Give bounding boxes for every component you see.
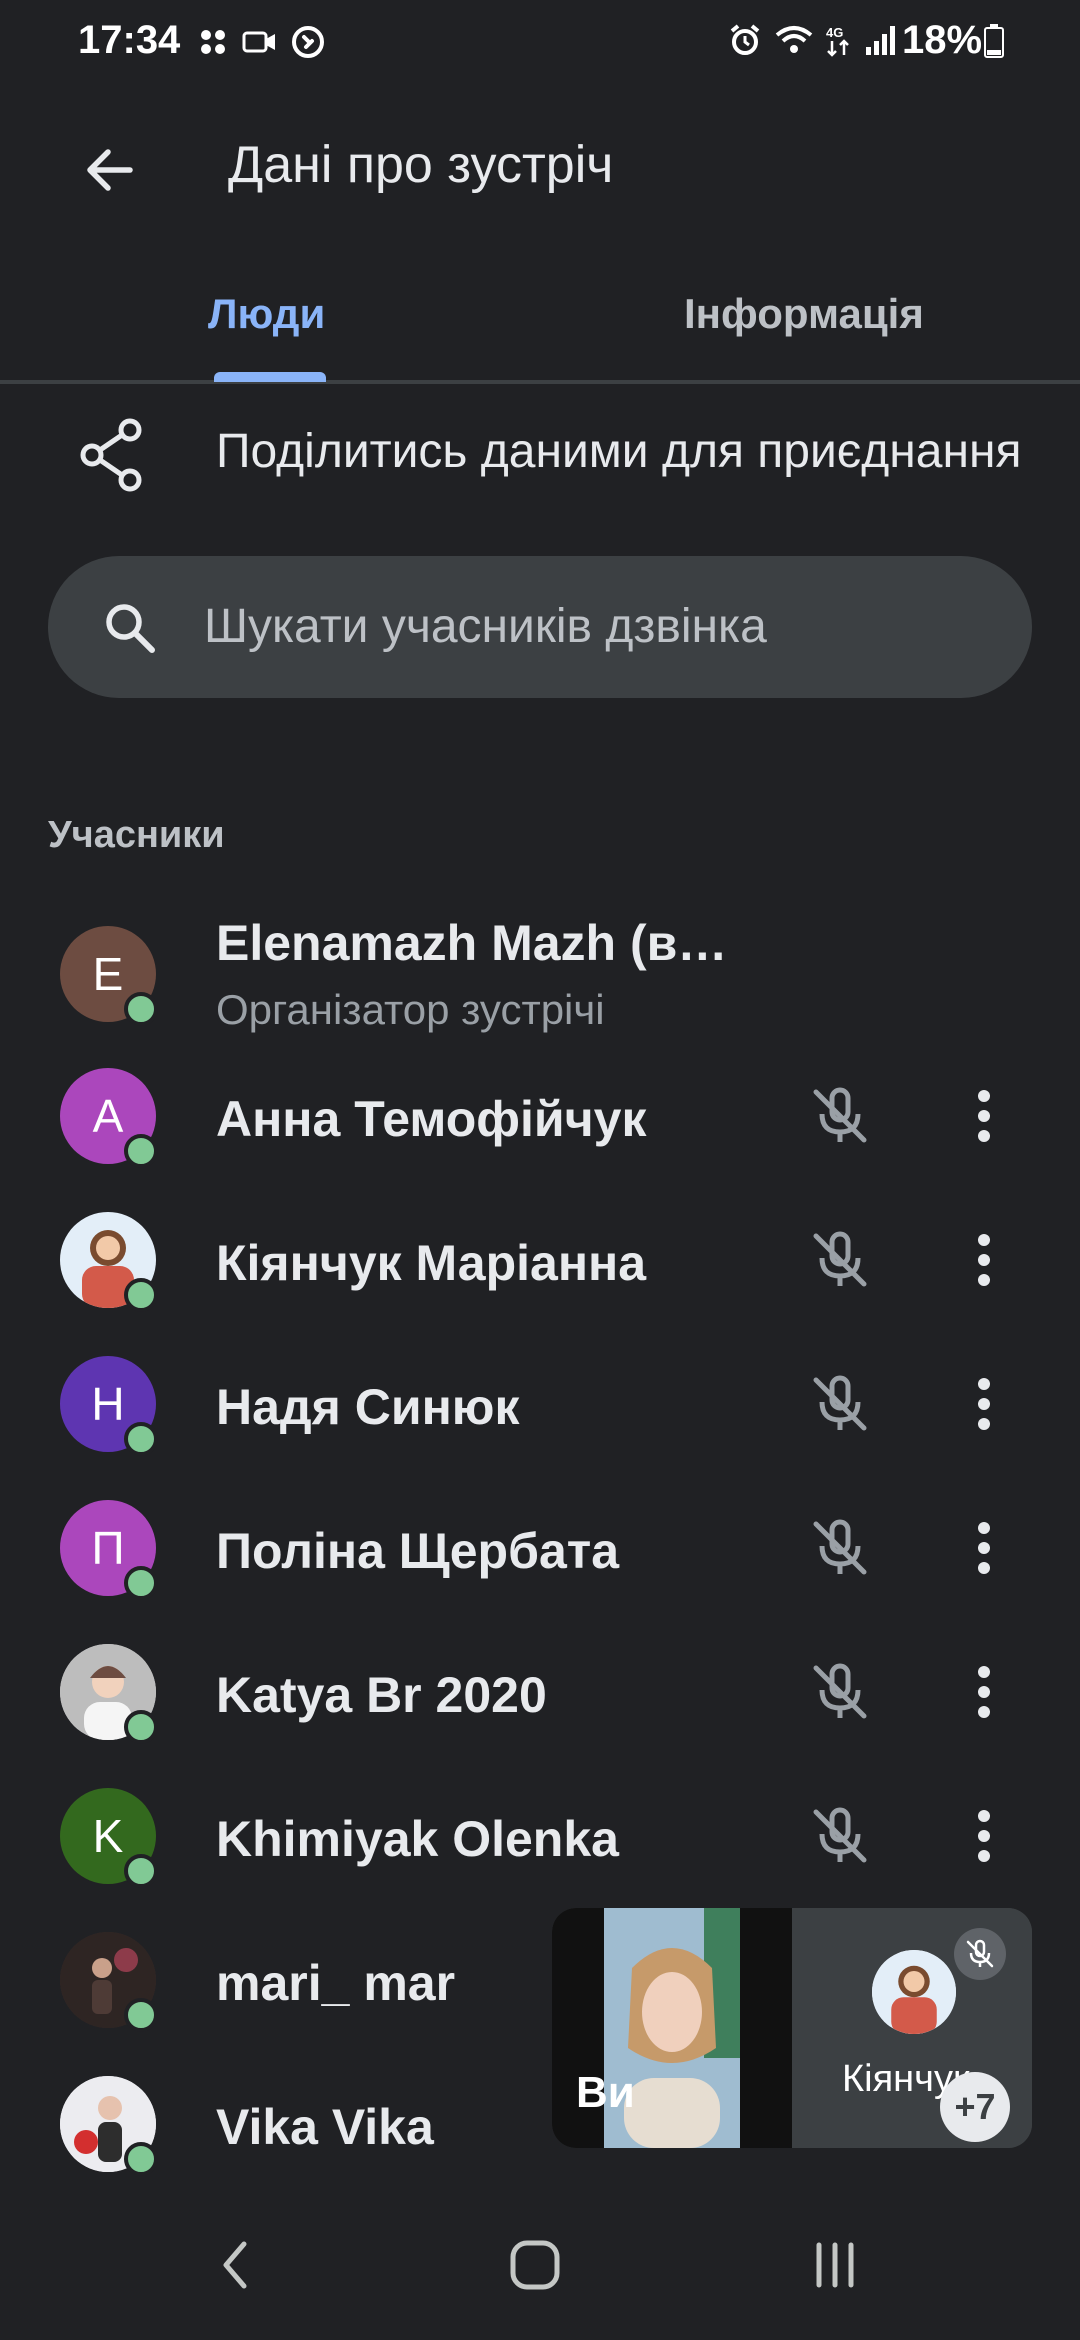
participant-row[interactable]: K Khimiyak Olenka [0,1766,1080,1906]
muted-badge [954,1928,1006,1980]
more-vert-icon [978,1810,990,1862]
more-options-button[interactable] [954,1652,1014,1732]
avatar-photo [872,1950,956,2034]
more-options-button[interactable] [954,1364,1014,1444]
participant-row[interactable]: Katya Br 2020 [0,1622,1080,1762]
camera-icon [242,31,275,53]
mic-off-icon [813,1807,867,1863]
mic-off-button[interactable] [800,1796,880,1876]
shazam-icon [292,26,324,58]
tab-people[interactable]: Люди [208,290,325,338]
mic-off-icon [813,1663,867,1719]
mic-off-button[interactable] [800,1652,880,1732]
status-left-icons [198,22,324,62]
more-vert-icon [978,1234,990,1286]
svg-text:4G: 4G [826,25,843,40]
participant-name: Vika Vika [216,2099,434,2155]
participant-video-tile: Кіянчук +7 [792,1908,1032,2148]
participant-name: Анна Темофійчук [216,1091,647,1147]
mic-off-button[interactable] [800,1508,880,1588]
online-status-dot [124,1998,158,2032]
participant-name: Кіянчук Маріанна [216,1235,647,1291]
participants-section-label: Учасники [48,814,225,856]
mic-off-button[interactable] [800,1220,880,1300]
mic-off-icon [813,1519,867,1575]
status-time: 17:34 [78,18,181,62]
avatar-initial: П [91,1522,125,1574]
home-icon [510,2240,560,2290]
share-joining-info-row[interactable]: Поділитись даними для приєднання [0,400,1080,510]
mic-off-button[interactable] [800,1076,880,1156]
participant-name: Elenamazh Mazh (в… [216,915,728,971]
more-vert-icon [978,1090,990,1142]
nav-recents-button[interactable] [800,2230,870,2300]
alarm-icon [730,24,760,55]
battery-icon [984,24,1004,58]
floating-video-preview[interactable]: Ви Кіянчук +7 [552,1908,1032,2148]
participant-name: Katya Br 2020 [216,1667,547,1723]
online-status-dot [124,1710,158,1744]
mic-off-icon [813,1087,867,1143]
avatar-initial: Н [91,1378,125,1430]
online-status-dot [124,1278,158,1312]
wifi-icon [775,26,813,53]
online-status-dot [124,2142,158,2176]
self-video-tile: Ви [552,1908,792,2148]
participant-name: Поліна Щербата [216,1523,620,1579]
tab-info[interactable]: Інформація [684,290,924,338]
mic-off-button[interactable] [800,1364,880,1444]
more-options-button[interactable] [954,1220,1014,1300]
self-video-label: Ви [576,2068,635,2117]
more-options-button[interactable] [954,1076,1014,1156]
back-button[interactable] [70,130,150,210]
online-status-dot [124,1422,158,1456]
share-label: Поділитись даними для приєднання [216,425,1022,478]
participant-role: Організатор зустрічі [216,986,605,1033]
arrow-back-icon [87,149,133,191]
chevron-left-icon [223,2241,247,2289]
more-options-button[interactable] [954,1508,1014,1588]
battery-percent: 18% [902,18,983,62]
grid-icon [201,30,225,54]
participant-row[interactable]: П Поліна Щербата [0,1478,1080,1618]
mic-off-icon [966,1939,994,1968]
nav-home-button[interactable] [500,2230,570,2300]
online-status-dot [124,1854,158,1888]
status-bar: 17:34 4G 18% [0,0,1080,84]
participant-row[interactable]: Н Надя Синюк [0,1334,1080,1474]
mic-off-icon [813,1375,867,1431]
avatar-initial: K [92,1810,124,1862]
4g-icon: 4G [826,25,849,57]
more-vert-icon [978,1522,990,1574]
more-options-button[interactable] [954,1796,1014,1876]
participant-name: mari_ mar [216,1955,456,2011]
participant-row[interactable]: А Анна Темофійчук [0,1046,1080,1186]
avatar-initial: А [92,1090,124,1142]
online-status-dot [124,992,158,1026]
page-title: Дані про зустріч [228,136,614,194]
tabs-divider [0,380,1080,384]
search-icon [106,604,155,653]
participant-name: Khimiyak Olenka [216,1811,619,1867]
avatar [872,1950,956,2034]
participant-row[interactable]: Кіянчук Маріанна [0,1190,1080,1330]
mic-off-icon [813,1231,867,1287]
signal-icon [866,26,895,55]
share-icon [80,418,142,492]
more-vert-icon [978,1666,990,1718]
recents-icon [816,2242,854,2288]
online-status-dot [124,1134,158,1168]
active-tab-indicator [214,372,326,382]
participant-row[interactable]: E Elenamazh Mazh (в… Організатор зустріч… [0,904,1080,1044]
status-right-icons: 4G [728,18,898,62]
search-participants-input[interactable] [204,592,984,660]
avatar-initial: E [92,948,124,1000]
participant-name: Надя Синюк [216,1379,520,1435]
nav-back-button[interactable] [200,2230,270,2300]
system-nav-bar [0,2200,1080,2340]
more-vert-icon [978,1378,990,1430]
online-status-dot [124,1566,158,1600]
more-participants-count: +7 [940,2072,1010,2142]
